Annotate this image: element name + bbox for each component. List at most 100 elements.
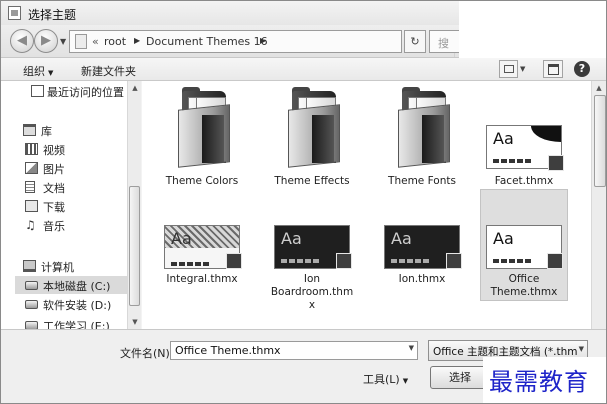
file-name: Office Theme.thmx (490, 273, 558, 298)
organize-label: 组织 (23, 65, 45, 78)
refresh-button[interactable]: ↻ (404, 30, 426, 53)
back-arrow-icon: ◀ (17, 33, 27, 48)
scroll-up-icon[interactable]: ▲ (592, 81, 606, 95)
drive-icon (25, 300, 38, 309)
sidebar-item-label: 最近访问的位置 (47, 86, 124, 99)
theme-preview-text: Aa (281, 229, 302, 248)
navigation-pane: 最近访问的位置 库 视频 图片 文档 下载 ♫ 音乐 计算机 本地磁盘 (C:)… (1, 81, 141, 329)
file-item-integral[interactable]: Aa Integral.thmx (156, 213, 248, 325)
sidebar-item-documents[interactable]: 文档 (15, 178, 127, 196)
folder-icon (382, 87, 462, 171)
sidebar-item-label: 本地磁盘 (C:) (43, 280, 111, 293)
navigation-scrollbar[interactable]: ▲ ▼ (127, 81, 141, 329)
computer-icon (23, 260, 36, 272)
chevron-down-icon[interactable]: ▼ (409, 344, 414, 352)
filename-value: Office Theme.thmx (175, 344, 281, 357)
forward-button[interactable]: ▶ (34, 29, 58, 53)
watermark: 最需教育 (483, 357, 606, 403)
organize-menu[interactable]: 组织 ▼ (23, 63, 53, 79)
breadcrumb-document-themes[interactable]: Document Themes 16 (146, 35, 268, 48)
file-item-ion[interactable]: Aa Ion.thmx (376, 213, 468, 325)
scroll-up-icon[interactable]: ▲ (128, 81, 142, 95)
sidebar-item-downloads[interactable]: 下载 (15, 197, 127, 215)
app-icon (8, 6, 21, 20)
sidebar-item-label: 视频 (43, 144, 65, 157)
sidebar-item-label: 库 (41, 125, 52, 138)
file-name: Theme Fonts (388, 175, 456, 187)
theme-preview-text: Aa (171, 229, 192, 248)
search-placeholder: 搜 (438, 37, 449, 50)
file-item-office-theme[interactable]: Aa Office Theme.thmx (480, 189, 568, 301)
help-icon: ? (578, 62, 586, 75)
address-overflow-chevron[interactable]: « (92, 35, 99, 48)
new-folder-button[interactable]: 新建文件夹 (81, 63, 136, 79)
view-icon (504, 65, 514, 73)
theme-preview-text: Aa (493, 129, 514, 148)
back-button[interactable]: ◀ (10, 29, 34, 53)
file-dialog-window: 选择主题 ◀ ▶ ▼ « root ▶ Document Themes 16 ▶… (0, 0, 607, 404)
preview-pane-icon (548, 64, 559, 75)
sidebar-item-pictures[interactable]: 图片 (15, 159, 127, 177)
tools-label: 工具(L) (363, 373, 400, 386)
recent-places-icon (31, 85, 44, 97)
drive-icon (25, 321, 38, 329)
sidebar-item-music[interactable]: ♫ 音乐 (15, 216, 127, 234)
tools-menu[interactable]: 工具(L) ▼ (363, 371, 408, 387)
breadcrumb-separator-icon[interactable]: ▶ (260, 36, 266, 45)
picture-icon (25, 162, 38, 174)
filename-label: 文件名(N): (120, 347, 174, 360)
folder-location-icon (75, 34, 87, 49)
breadcrumb-separator-icon[interactable]: ▶ (134, 36, 140, 45)
sidebar-item-recent-places[interactable]: 最近访问的位置 (15, 82, 127, 100)
theme-preview-text: Aa (493, 229, 514, 248)
sidebar-item-label: 软件安装 (D:) (43, 299, 112, 312)
file-name: Theme Colors (165, 175, 239, 187)
refresh-icon: ↻ (410, 35, 420, 48)
music-icon: ♫ (25, 218, 36, 232)
sidebar-item-drive-e[interactable]: 工作学习 (E:) (15, 316, 127, 329)
sidebar-item-label: 图片 (43, 163, 65, 176)
sidebar-item-drive-d[interactable]: 软件安装 (D:) (15, 295, 127, 313)
folder-icon (162, 87, 242, 171)
video-icon (25, 143, 38, 155)
sidebar-item-videos[interactable]: 视频 (15, 140, 127, 158)
breadcrumb-root[interactable]: root (104, 35, 126, 48)
file-name: Integral.thmx (166, 273, 238, 285)
file-list-scrollbar[interactable]: ▲ (591, 81, 606, 329)
blank-corner (459, 1, 606, 58)
filename-field[interactable]: Office Theme.thmx ▼ (170, 341, 418, 360)
view-dropdown-icon[interactable]: ▼ (520, 65, 525, 73)
scroll-thumb[interactable] (594, 95, 606, 187)
download-icon (25, 200, 38, 212)
address-bar[interactable]: « root ▶ Document Themes 16 ▶ ▼ (69, 30, 466, 57)
help-button[interactable]: ? (574, 61, 590, 77)
sidebar-item-drive-c[interactable]: 本地磁盘 (C:) (15, 276, 127, 294)
sidebar-item-computer[interactable]: 计算机 (15, 257, 127, 275)
sidebar-item-label: 计算机 (41, 261, 74, 274)
scroll-down-icon[interactable]: ▼ (128, 315, 142, 329)
powerpoint-icon (548, 155, 564, 171)
powerpoint-icon (226, 253, 242, 269)
scroll-thumb[interactable] (129, 186, 140, 306)
chevron-down-icon: ▼ (578, 345, 584, 353)
file-item-theme-fonts[interactable]: Theme Fonts (376, 85, 468, 197)
sidebar-item-label: 工作学习 (E:) (43, 320, 110, 329)
powerpoint-icon (446, 253, 462, 269)
sidebar-item-library[interactable]: 库 (15, 121, 127, 139)
file-item-theme-colors[interactable]: Theme Colors (156, 85, 248, 197)
powerpoint-icon (547, 253, 563, 269)
history-dropdown-icon[interactable]: ▼ (60, 37, 66, 46)
preview-pane-button[interactable] (543, 60, 563, 78)
sidebar-item-label: 下载 (43, 201, 65, 214)
drive-icon (25, 281, 38, 290)
file-item-facet[interactable]: Aa Facet.thmx (478, 85, 570, 197)
file-item-theme-effects[interactable]: Theme Effects (266, 85, 358, 197)
powerpoint-icon (336, 253, 352, 269)
file-item-ion-boardroom[interactable]: Aa Ion Boardroom.thmx (266, 213, 358, 313)
change-view-button[interactable] (499, 60, 518, 78)
theme-preview-text: Aa (391, 229, 412, 248)
library-icon (23, 124, 36, 136)
folder-icon (272, 87, 352, 171)
sidebar-item-label: 音乐 (43, 220, 65, 233)
chevron-down-icon: ▼ (402, 377, 409, 385)
